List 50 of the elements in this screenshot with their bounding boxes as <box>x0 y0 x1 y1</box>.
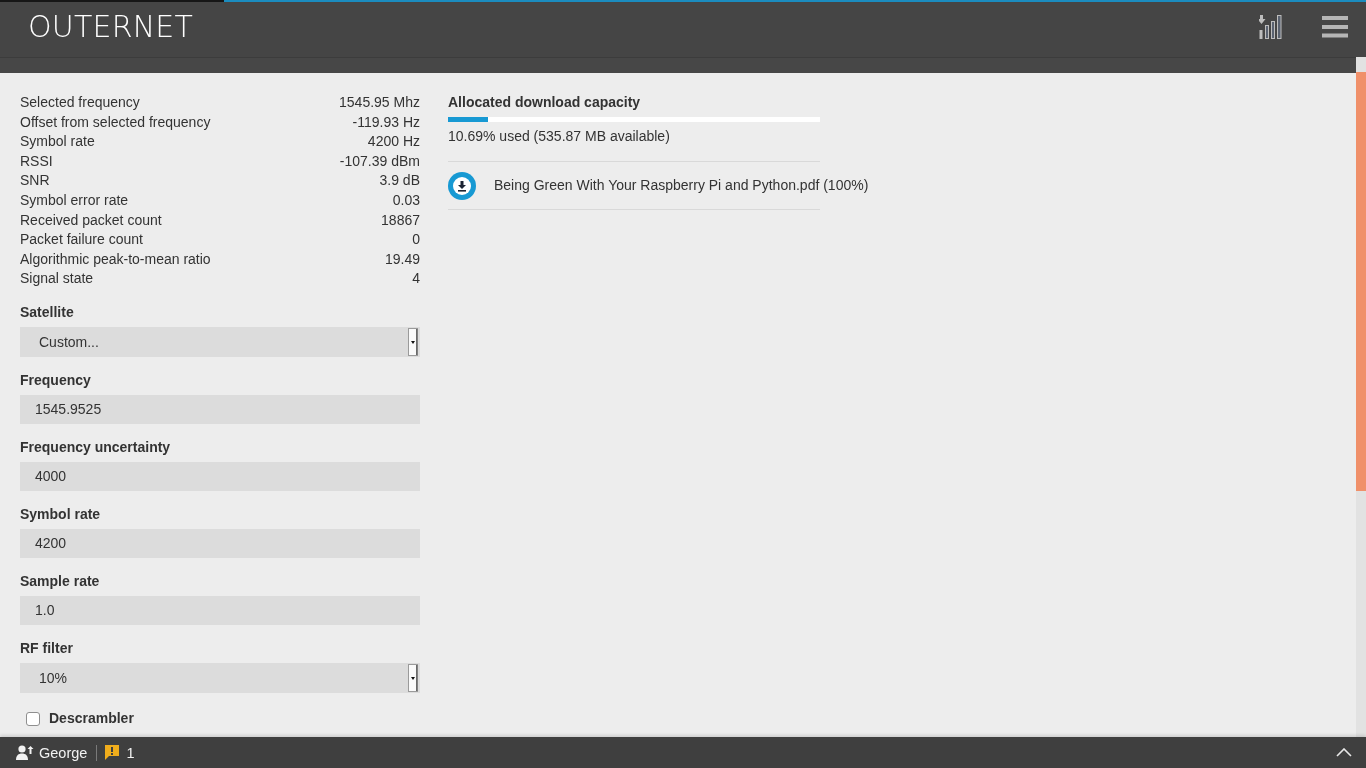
stat-value: 18867 <box>380 210 420 230</box>
stat-value: 3.9 dB <box>378 171 420 191</box>
field-label: Satellite <box>20 302 75 322</box>
stat-label: Symbol error rate <box>20 190 130 210</box>
download-file-name[interactable]: Being Green With Your Raspberry Pi and Python.pdf (100%) <box>494 175 869 196</box>
text-field[interactable]: 1545.9525 <box>20 394 420 424</box>
stat-value: -107.39 dBm <box>339 151 420 171</box>
user-name[interactable]: George <box>39 744 88 761</box>
stat-value: -119.93 Hz <box>351 112 420 132</box>
notification-icon[interactable] <box>105 745 120 760</box>
stat-value: 4200 Hz <box>366 132 420 152</box>
stat-value: 0.03 <box>391 190 420 210</box>
stat-label: Offset from selected frequency <box>20 112 212 132</box>
dropdown-select[interactable]: 10% <box>20 662 420 693</box>
caret-icon[interactable] <box>408 327 418 356</box>
user-icon[interactable] <box>16 745 34 760</box>
stat-label: Signal state <box>20 269 95 289</box>
stat-label: Packet failure count <box>20 230 144 250</box>
scrollbar-thumb[interactable] <box>1356 72 1366 491</box>
stat-value: 19.49 <box>383 249 420 269</box>
stat-value: 0 <box>411 230 420 250</box>
stat-value: 4 <box>411 269 420 289</box>
stat-label: Algorithmic peak-to-mean ratio <box>20 249 212 269</box>
checkbox-label[interactable]: Descrambler <box>49 709 134 729</box>
scrollbar-track[interactable] <box>1356 57 1366 737</box>
stat-label: Selected frequency <box>20 93 141 112</box>
field-label: Symbol rate <box>20 504 102 524</box>
chevron-up-icon[interactable] <box>1336 748 1352 757</box>
stat-value: 1545.95 Mhz <box>339 93 420 112</box>
checkbox[interactable] <box>26 711 40 726</box>
field-label: Frequency <box>20 370 92 390</box>
capacity-summary: 10.69% used (535.87 MB available) <box>448 126 820 163</box>
stat-label: SNR <box>20 171 51 191</box>
field-label: RF filter <box>20 638 74 658</box>
caret-icon[interactable] <box>408 663 418 692</box>
signal-download-icon[interactable] <box>1259 15 1283 39</box>
download-icon <box>448 171 476 200</box>
section-title: Allocated download capacity <box>448 93 642 112</box>
text-field[interactable]: 4000 <box>20 461 420 491</box>
logo-text[interactable]: OUTERNET <box>28 12 194 42</box>
notification-count[interactable]: 1 <box>126 744 135 761</box>
dropdown-select[interactable]: Custom... <box>20 326 420 357</box>
field-label: Sample rate <box>20 571 101 591</box>
stat-label: Received packet count <box>20 210 163 230</box>
text-field[interactable]: 4200 <box>20 528 420 558</box>
text-field[interactable]: 1.0 <box>20 595 420 625</box>
stat-label: Symbol rate <box>20 132 96 152</box>
field-label: Frequency uncertainty <box>20 437 172 457</box>
stat-label: RSSI <box>20 151 54 171</box>
menu-icon[interactable] <box>1322 16 1348 38</box>
